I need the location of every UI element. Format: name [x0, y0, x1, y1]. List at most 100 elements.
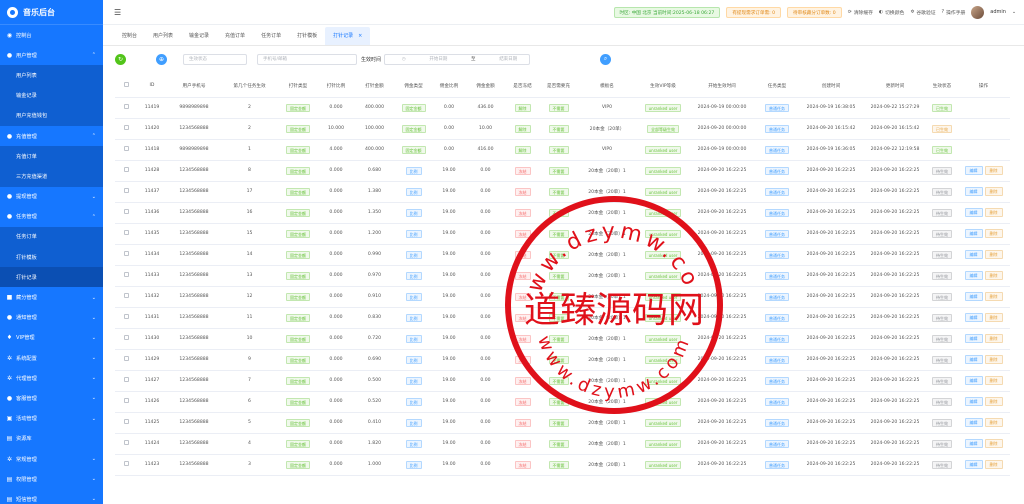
delete-button[interactable]: 删除 [984, 166, 1003, 175]
edit-button[interactable]: 编辑 [964, 460, 983, 469]
row-checkbox[interactable] [123, 188, 129, 193]
delete-button[interactable]: 删除 [984, 397, 1003, 406]
edit-button[interactable]: 编辑 [964, 271, 983, 280]
sidebar-item-5[interactable]: ● 充值管理 ⌃ [0, 126, 103, 146]
tab-5[interactable]: 打针模板 [289, 27, 325, 45]
sidebar-item-6[interactable]: 充值订单 [0, 146, 103, 167]
date-range-picker[interactable]: ◷ 开始日期 至 结束日期 [384, 53, 531, 65]
row-checkbox[interactable] [123, 440, 129, 445]
refresh-button[interactable]: ↻ [115, 53, 126, 65]
row-checkbox[interactable] [123, 314, 129, 319]
delete-button[interactable]: 删除 [984, 334, 1003, 343]
delete-button[interactable]: 删除 [984, 355, 1003, 364]
delete-button[interactable]: 删除 [984, 313, 1003, 322]
tab-1[interactable]: 用户列表 [145, 27, 181, 45]
tab-2[interactable]: 输金记录 [181, 27, 217, 45]
edit-button[interactable]: 编辑 [964, 187, 983, 196]
sidebar-item-23[interactable]: ▤ 短信管理 ⌄ [0, 489, 103, 504]
manual-button[interactable]: ? 操作手册 [942, 9, 966, 16]
row-checkbox[interactable] [123, 335, 129, 340]
row-checkbox[interactable] [123, 461, 129, 466]
hamburger-icon[interactable]: ☰ [114, 8, 121, 17]
google-verify-button[interactable]: ✲ 谷歌验证 [910, 9, 935, 16]
delete-button[interactable]: 删除 [984, 229, 1003, 238]
delete-button[interactable]: 删除 [984, 376, 1003, 385]
edit-button[interactable]: 编辑 [964, 334, 983, 343]
sidebar-item-3[interactable]: 输金记录 [0, 85, 103, 106]
delete-button[interactable]: 删除 [984, 250, 1003, 259]
chevron-down-icon[interactable]: ⌄ [1012, 10, 1016, 15]
row-checkbox[interactable] [123, 146, 129, 151]
table-cell: 14 [221, 244, 278, 266]
edit-button[interactable]: 编辑 [964, 355, 983, 364]
clear-cache-button[interactable]: ⟳ 清除缓存 [848, 9, 873, 16]
sidebar-item-17[interactable]: ✲ 代理管理 ⌄ [0, 368, 103, 388]
row-checkbox[interactable] [123, 419, 129, 424]
sidebar-item-15[interactable]: ♦ VIP管理 ⌄ [0, 328, 103, 348]
sidebar-item-14[interactable]: ● 通知管理 ⌄ [0, 308, 103, 328]
edit-button[interactable]: 编辑 [964, 313, 983, 322]
row-checkbox[interactable] [123, 377, 129, 382]
select-all-checkbox[interactable] [123, 82, 129, 88]
delete-button[interactable]: 删除 [984, 271, 1003, 280]
username[interactable]: admin [990, 9, 1006, 15]
edit-button[interactable]: 编辑 [964, 439, 983, 448]
delete-button[interactable]: 删除 [984, 439, 1003, 448]
sidebar-item-16[interactable]: ✲ 系统配置 ⌄ [0, 348, 103, 368]
sidebar-item-11[interactable]: 打针模板 [0, 247, 103, 268]
phone-input[interactable]: 手机号/邮箱 [257, 53, 357, 65]
sidebar-item-21[interactable]: ✲ 常规管理 ⌄ [0, 449, 103, 469]
tab-6[interactable]: 打针记录 × [325, 27, 371, 45]
edit-button[interactable]: 编辑 [964, 250, 983, 259]
review-pending-badge[interactable]: 待审核藏分订单数: 0 [787, 6, 842, 18]
row-checkbox[interactable] [123, 125, 129, 130]
sidebar-item-22[interactable]: ▤ 权限管理 ⌄ [0, 469, 103, 489]
row-checkbox[interactable] [123, 230, 129, 235]
edit-button[interactable]: 编辑 [964, 397, 983, 406]
sidebar-item-8[interactable]: ● 提现管理 ⌄ [0, 187, 103, 207]
row-checkbox[interactable] [123, 104, 129, 109]
edit-button[interactable]: 编辑 [964, 418, 983, 427]
row-checkbox[interactable] [123, 272, 129, 277]
row-checkbox[interactable] [123, 251, 129, 256]
row-checkbox[interactable] [123, 209, 129, 214]
sidebar-item-7[interactable]: 三方充值渠道 [0, 166, 103, 187]
sidebar-item-4[interactable]: 用户充值钱包 [0, 105, 103, 126]
sidebar-item-2[interactable]: 用户列表 [0, 65, 103, 86]
row-checkbox[interactable] [123, 167, 129, 172]
avatar[interactable] [971, 5, 985, 19]
sidebar-item-0[interactable]: ◉ 控制台 [0, 25, 103, 45]
sidebar-item-20[interactable]: ▤ 资源库 [0, 429, 103, 449]
delete-button[interactable]: 删除 [984, 292, 1003, 301]
delete-button[interactable]: 删除 [984, 187, 1003, 196]
tab-4[interactable]: 任务订单 [253, 27, 289, 45]
delete-button[interactable]: 删除 [984, 418, 1003, 427]
row-checkbox[interactable] [123, 293, 129, 298]
switch-color-button[interactable]: ◐ 切换颜色 [879, 9, 904, 16]
sidebar-item-19[interactable]: ▣ 活动管理 ⌄ [0, 409, 103, 429]
delete-button[interactable]: 删除 [984, 460, 1003, 469]
tab-3[interactable]: 充值订单 [217, 27, 253, 45]
withdraw-pending-badge[interactable]: 有提现需求订单需: 0 [726, 6, 781, 18]
table-cell: 普通任务 [755, 307, 799, 329]
delete-button[interactable]: 删除 [984, 208, 1003, 217]
edit-button[interactable]: 编辑 [964, 229, 983, 238]
search-button[interactable]: ⌕ [600, 53, 612, 65]
edit-button[interactable]: 编辑 [964, 208, 983, 217]
row-checkbox[interactable] [123, 398, 129, 403]
sidebar-item-1[interactable]: ● 用户管理 ⌃ [0, 45, 103, 65]
edit-button[interactable]: 编辑 [964, 292, 983, 301]
sidebar-item-18[interactable]: ● 客服管理 ⌄ [0, 388, 103, 408]
close-icon[interactable]: × [358, 33, 362, 39]
sidebar-item-13[interactable]: ■ 藏分管理 ⌄ [0, 287, 103, 307]
row-checkbox[interactable] [123, 356, 129, 361]
sidebar-item-12[interactable]: 打针记录 [0, 267, 103, 288]
status-select[interactable]: 生效状态 [183, 53, 247, 65]
sidebar-item-9[interactable]: ● 任务管理 ⌃ [0, 207, 103, 227]
add-button[interactable]: ⊕ [156, 53, 167, 65]
tab-0[interactable]: 控制台 [114, 27, 145, 45]
edit-button[interactable]: 编辑 [964, 376, 983, 385]
edit-button[interactable]: 编辑 [964, 166, 983, 175]
table-cell: 0.520 [354, 391, 395, 413]
sidebar-item-10[interactable]: 任务订单 [0, 226, 103, 248]
